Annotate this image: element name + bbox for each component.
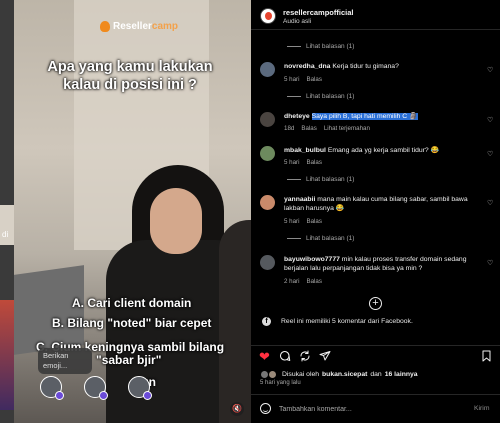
plus-circle-icon[interactable]: + <box>369 297 382 310</box>
heart-icon[interactable]: ♡ <box>487 66 493 74</box>
action-bar: ❤ <box>251 345 500 367</box>
emoji-tooltip: Berikan emoji... <box>38 348 92 374</box>
heart-icon[interactable]: ♡ <box>487 199 493 207</box>
account-name[interactable]: resellercampofficial <box>283 8 353 17</box>
comment-text: Saya pilih B, tapi hati memilih C 🗿 <box>311 113 418 120</box>
heart-icon[interactable]: ♡ <box>487 116 493 124</box>
avatar[interactable] <box>260 112 275 127</box>
comment-user[interactable]: dheteye <box>284 113 310 120</box>
comment-input[interactable] <box>279 402 459 416</box>
comment-user[interactable]: mbak_bulbul <box>284 147 326 154</box>
see-translation-button[interactable]: Lihat terjemahan <box>324 125 370 132</box>
repost-icon[interactable] <box>299 350 311 364</box>
comment-age: 18d <box>284 125 295 132</box>
avatar[interactable] <box>260 146 275 161</box>
heart-icon[interactable]: ♡ <box>487 150 493 158</box>
avatar <box>268 370 277 379</box>
avatar[interactable] <box>260 255 275 270</box>
reactor-avatar[interactable] <box>40 376 64 400</box>
emoji-reactors <box>40 376 152 400</box>
previous-reel-strip[interactable]: di <box>0 0 14 423</box>
reactor-avatar[interactable] <box>128 376 152 400</box>
view-replies-link[interactable]: Lihat balasan (1) <box>287 43 354 50</box>
reactor-avatar[interactable] <box>84 376 108 400</box>
reply-button[interactable]: Balas <box>306 159 321 166</box>
liker-username[interactable]: bukan.sicepat <box>322 371 367 378</box>
reply-button[interactable]: Balas <box>306 278 321 285</box>
avatar[interactable] <box>260 195 275 210</box>
account-avatar[interactable] <box>260 8 276 24</box>
avatar[interactable] <box>260 62 275 77</box>
video-headline: Apa yang kamu lakukan kalau di posisi in… <box>47 59 213 93</box>
smiley-icon[interactable] <box>260 403 271 414</box>
post-time: 5 hari yang lalu <box>260 380 301 386</box>
facebook-icon: f <box>262 317 271 326</box>
audio-label[interactable]: Audio asli <box>283 18 311 25</box>
facebook-comments-note: f Reel ini memiliki 5 komentar dari Face… <box>262 317 413 326</box>
comment-icon[interactable] <box>279 350 291 364</box>
side-text: di <box>2 230 9 239</box>
bookmark-icon[interactable] <box>481 350 492 364</box>
comment-age: 2 hari <box>284 278 300 285</box>
option-a: A. Cari client domain <box>72 296 192 310</box>
resellercamp-logo: Resellercamp <box>100 21 178 32</box>
reply-button[interactable]: Balas <box>306 218 321 225</box>
flame-icon <box>100 21 110 32</box>
comment-composer: Kirim <box>251 394 500 423</box>
option-b: B. Bilang "noted" biar cepet <box>52 316 212 330</box>
comment-user[interactable]: bayuwibowo7777 <box>284 256 340 263</box>
comment-text: Emang ada yg kerja sambil tidur? 😂 <box>327 147 440 154</box>
post-header: resellercampofficial Audio asli <box>251 0 500 30</box>
reply-button[interactable]: Balas <box>306 76 321 83</box>
post-button[interactable]: Kirim <box>474 405 489 412</box>
view-replies-link[interactable]: Lihat balasan (1) <box>287 176 354 183</box>
heart-filled-icon[interactable]: ❤ <box>259 350 270 363</box>
heart-icon[interactable]: ♡ <box>487 259 493 267</box>
reel-viewer: di Resellercamp Apa yang kamu lakukan ka… <box>0 0 500 423</box>
view-replies-link[interactable]: Lihat balasan (1) <box>287 93 354 100</box>
comment-age: 5 hari <box>284 218 300 225</box>
comment-age: 5 hari <box>284 76 300 83</box>
comments-panel: resellercampofficial Audio asli Lihat ba… <box>251 0 500 423</box>
comment-user[interactable]: yannaabii <box>284 196 315 203</box>
send-icon[interactable] <box>319 350 331 364</box>
reply-button[interactable]: Balas <box>301 125 316 132</box>
option-c-line2: "sabar bjir" <box>96 353 162 367</box>
view-replies-link[interactable]: Lihat balasan (1) <box>287 235 354 242</box>
comment-age: 5 hari <box>284 159 300 166</box>
speaker-muted-icon[interactable]: 🔇 <box>230 402 244 416</box>
comment-user[interactable]: novredha_dna <box>284 63 330 70</box>
comment-text: Kerja tidur tu gimana? <box>332 63 399 70</box>
likes-others-link[interactable]: 16 lainnya <box>385 371 418 378</box>
video-player[interactable]: di Resellercamp Apa yang kamu lakukan ka… <box>0 0 251 423</box>
likes-summary: Disukai oleh bukan.sicepat dan 16 lainny… <box>260 370 418 379</box>
